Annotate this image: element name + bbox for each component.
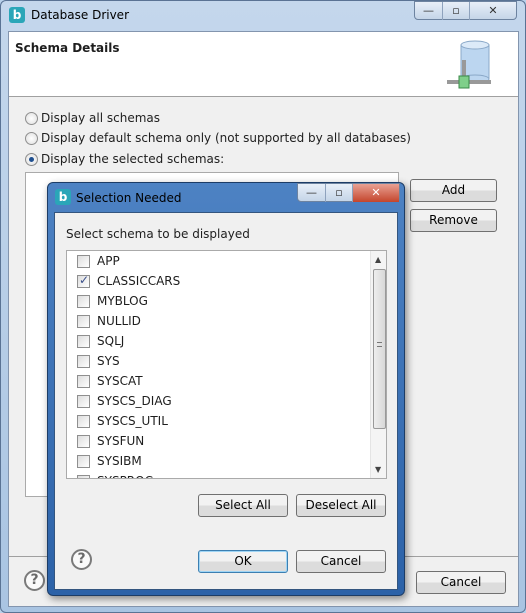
dialog-client: Select schema to be displayed APP CLASSIC… xyxy=(54,212,398,590)
schema-list-item[interactable]: SYSIBM xyxy=(67,451,367,471)
schema-name: SYSPROC xyxy=(97,474,153,478)
dialog-help-icon[interactable]: ? xyxy=(71,549,92,570)
schema-name: SYSFUN xyxy=(97,434,145,448)
schema-name: SYS xyxy=(97,354,120,368)
schema-name: APP xyxy=(97,254,120,268)
remove-button[interactable]: Remove xyxy=(410,209,497,232)
schema-list-item[interactable]: CLASSICCARS xyxy=(67,271,367,291)
schema-list-item[interactable]: MYBLOG xyxy=(67,291,367,311)
radio-default-schema-label: Display default schema only (not support… xyxy=(41,131,411,145)
selection-needed-dialog: b Selection Needed — ▫ ✕ Select schema t… xyxy=(47,182,405,596)
schema-checkbox[interactable] xyxy=(77,475,90,478)
schema-name: SQLJ xyxy=(97,334,125,348)
radio-selected-schemas[interactable] xyxy=(25,153,38,166)
radio-all-schemas[interactable] xyxy=(25,112,38,125)
help-icon[interactable]: ? xyxy=(24,570,45,591)
schema-checkbox[interactable] xyxy=(77,255,90,268)
wizard-header: Schema Details xyxy=(9,32,518,97)
schema-list-item[interactable]: APP xyxy=(67,251,367,271)
schema-checkbox[interactable] xyxy=(77,375,90,388)
schema-name: SYSCAT xyxy=(97,374,143,388)
dialog-prompt: Select schema to be displayed xyxy=(66,227,250,241)
window-title: Database Driver xyxy=(31,8,129,22)
dialog-window-controls: — ▫ ✕ xyxy=(297,183,400,202)
add-button[interactable]: Add xyxy=(410,179,497,202)
schema-checkbox[interactable] xyxy=(77,415,90,428)
schema-checkbox[interactable] xyxy=(77,335,90,348)
schema-checkbox[interactable] xyxy=(77,295,90,308)
schema-checkbox[interactable] xyxy=(77,435,90,448)
dialog-close-button[interactable]: ✕ xyxy=(352,184,399,202)
schema-name: SYSIBM xyxy=(97,454,142,468)
radio-default-schema[interactable] xyxy=(25,132,38,145)
schema-list-item[interactable]: SYS xyxy=(67,351,367,371)
scrollbar-thumb[interactable] xyxy=(373,269,386,429)
dialog-minimize-button[interactable]: — xyxy=(298,184,325,202)
schema-list-item[interactable]: SYSCS_UTIL xyxy=(67,411,367,431)
schema-list-scrollbar[interactable]: ▲ ▼ xyxy=(370,251,386,478)
schema-list-item[interactable]: SYSCAT xyxy=(67,371,367,391)
scroll-up-arrow-icon[interactable]: ▲ xyxy=(375,255,381,264)
schema-name: SYSCS_DIAG xyxy=(97,394,172,408)
schema-list-item[interactable]: SYSFUN xyxy=(67,431,367,451)
maximize-button[interactable]: ▫ xyxy=(442,2,469,20)
schema-checkbox[interactable] xyxy=(77,395,90,408)
dialog-cancel-button[interactable]: Cancel xyxy=(296,550,386,573)
schema-name: CLASSICCARS xyxy=(97,274,181,288)
schema-list-item[interactable]: SYSCS_DIAG xyxy=(67,391,367,411)
database-icon xyxy=(447,40,491,89)
page-title: Schema Details xyxy=(15,41,120,55)
minimize-button[interactable]: — xyxy=(415,2,442,20)
select-all-button[interactable]: Select All xyxy=(198,494,288,517)
schema-list[interactable]: APP CLASSICCARS MYBLOG NULLID SQLJ SYS SYSCAT S… xyxy=(66,250,387,479)
scroll-down-arrow-icon[interactable]: ▼ xyxy=(375,465,381,474)
schema-checkbox[interactable] xyxy=(77,455,90,468)
schema-checkbox[interactable] xyxy=(77,273,90,288)
radio-all-schemas-label: Display all schemas xyxy=(41,111,161,125)
schema-name: NULLID xyxy=(97,314,141,328)
radio-selected-schemas-label: Display the selected schemas: xyxy=(41,152,225,166)
schema-list-item[interactable]: NULLID xyxy=(67,311,367,331)
schema-checkbox[interactable] xyxy=(77,315,90,328)
deselect-all-button[interactable]: Deselect All xyxy=(296,494,386,517)
window-controls: — ▫ ✕ xyxy=(414,1,517,20)
ok-button[interactable]: OK xyxy=(198,550,288,573)
close-button[interactable]: ✕ xyxy=(469,2,516,20)
schema-name: MYBLOG xyxy=(97,294,148,308)
schema-checkbox[interactable] xyxy=(77,355,90,368)
cancel-button[interactable]: Cancel xyxy=(416,571,506,594)
schema-name: SYSCS_UTIL xyxy=(97,414,168,428)
dialog-maximize-button[interactable]: ▫ xyxy=(325,184,352,202)
schema-list-item[interactable]: SYSPROC xyxy=(67,471,367,478)
schema-list-item[interactable]: SQLJ xyxy=(67,331,367,351)
dialog-title: Selection Needed xyxy=(76,191,182,205)
dialog-app-icon: b xyxy=(55,189,71,205)
app-icon: b xyxy=(9,7,25,23)
